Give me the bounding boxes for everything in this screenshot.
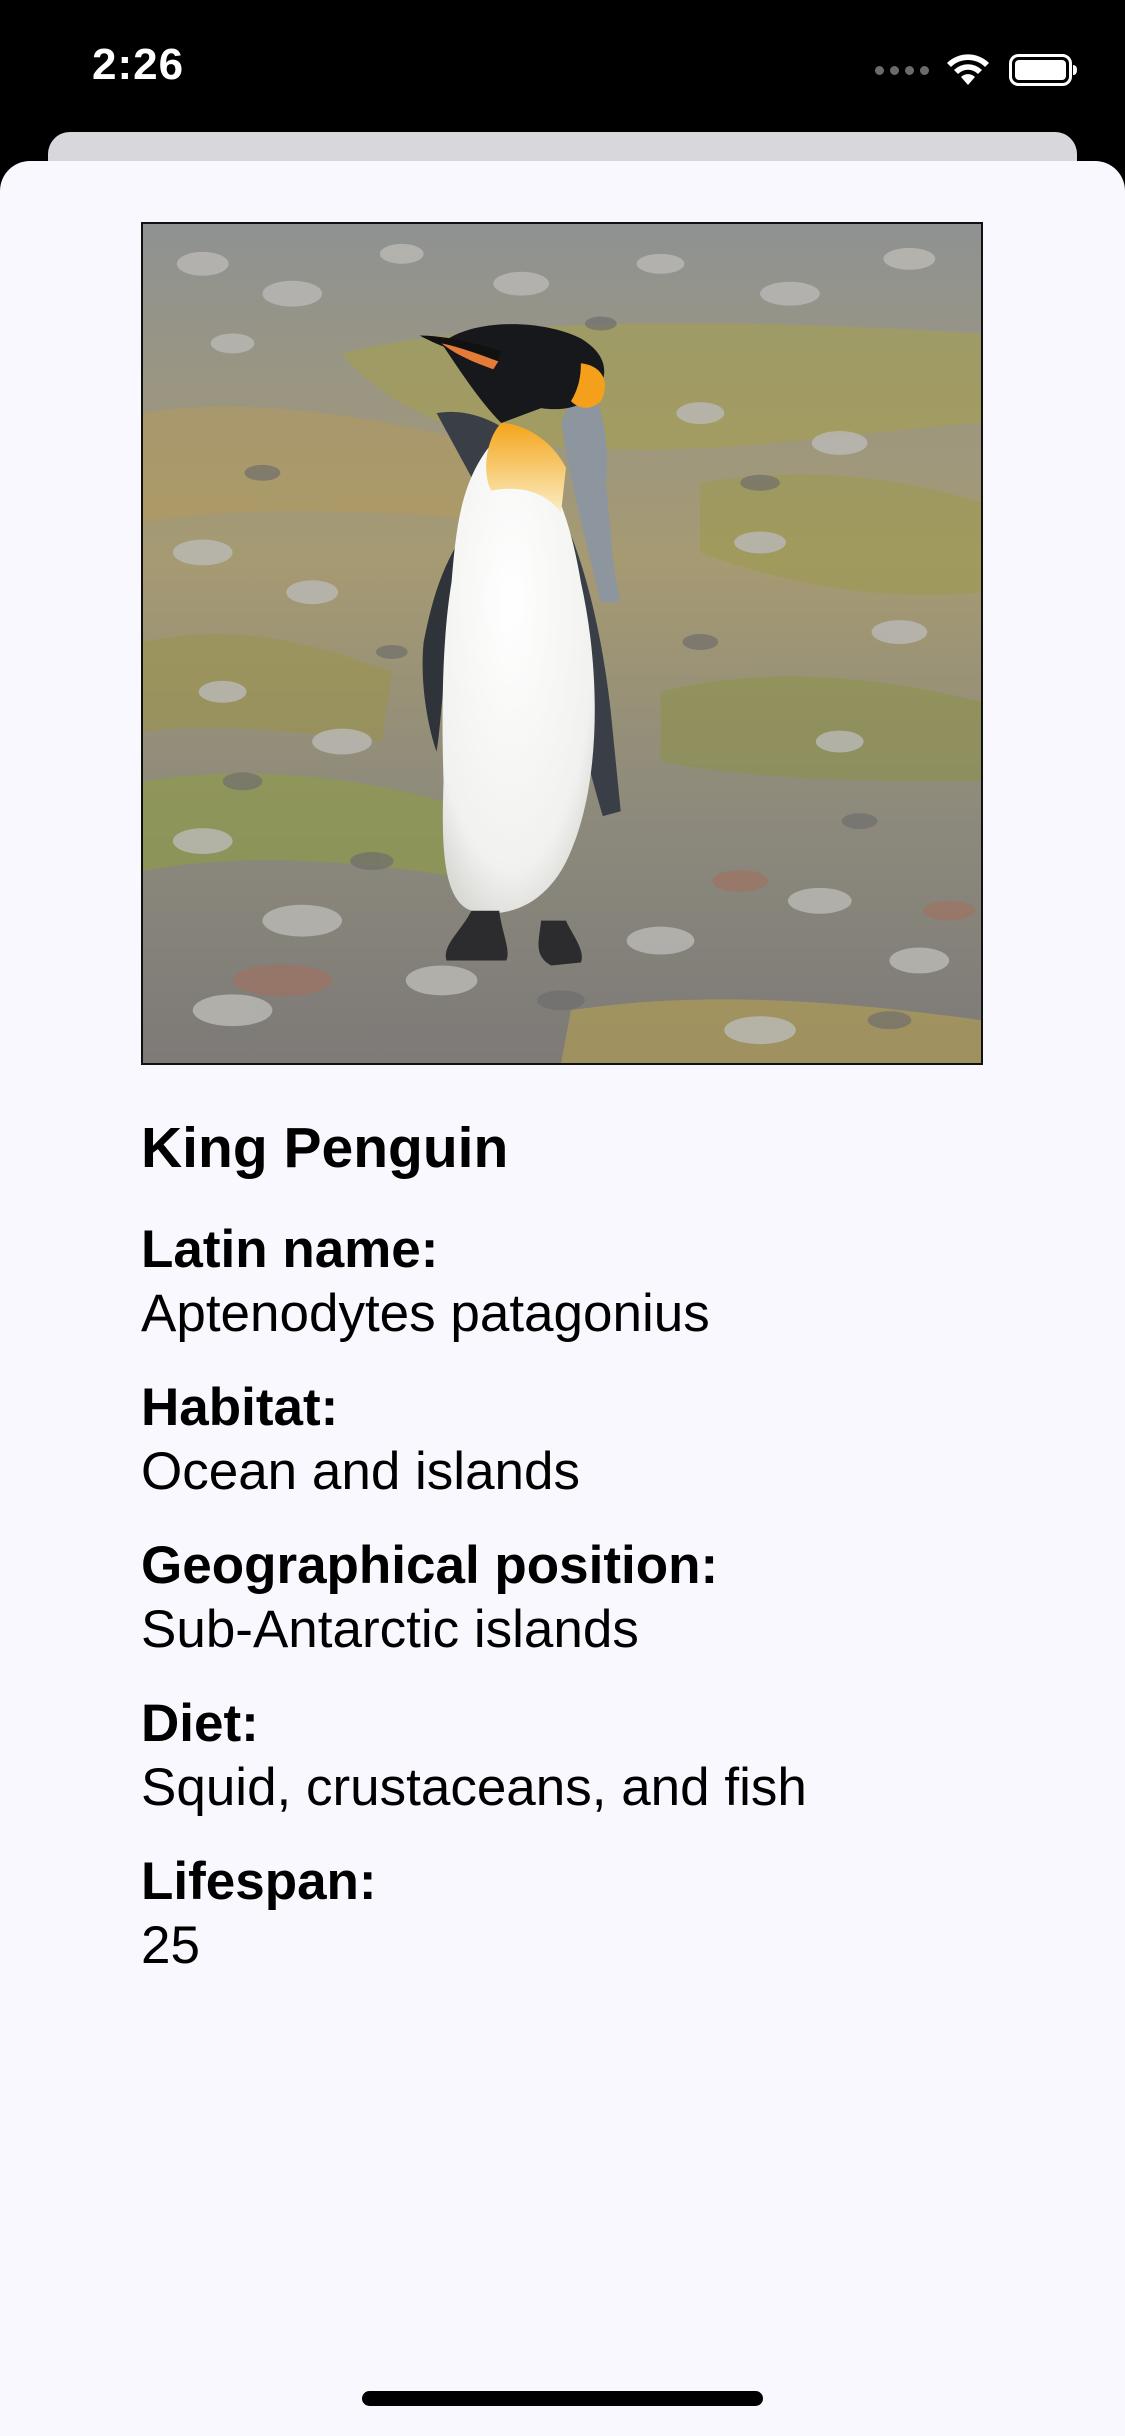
field-latin-name: Latin name: Aptenodytes patagonius [141,1218,1041,1346]
field-label: Diet: [141,1694,259,1753]
field-label: Habitat: [141,1378,339,1437]
field-diet: Diet: Squid, crustaceans, and fish [141,1692,1041,1820]
animal-details: King Penguin Latin name: Aptenodytes pat… [141,1108,1041,1978]
field-value: Ocean and islands [141,1442,581,1501]
field-label: Geographical position: [141,1536,719,1595]
home-indicator[interactable] [362,2391,763,2406]
field-label: Latin name: [141,1220,439,1279]
screen: 2:26 King Penguin Latin name: Aptenodyte… [0,0,1125,2436]
wifi-icon [947,54,989,85]
battery-icon [1009,54,1077,86]
field-habitat: Habitat: Ocean and islands [141,1376,1041,1504]
field-value: Aptenodytes patagonius [141,1284,710,1343]
field-value: Squid, crustaceans, and fish [141,1758,807,1817]
field-value: Sub-Antarctic islands [141,1600,639,1659]
status-bar: 2:26 [0,0,1125,135]
animal-name: King Penguin [141,1116,509,1180]
penguin-image [143,224,981,1063]
field-lifespan: Lifespan: 25 [141,1850,1041,1978]
field-geographical-position: Geographical position: Sub-Antarctic isl… [141,1534,1041,1662]
penguin-photo [141,222,983,1065]
cellular-signal-icon [875,65,929,75]
status-icons [875,50,1079,90]
field-label: Lifespan: [141,1852,377,1911]
status-time: 2:26 [92,40,185,89]
field-value: 25 [141,1916,200,1975]
